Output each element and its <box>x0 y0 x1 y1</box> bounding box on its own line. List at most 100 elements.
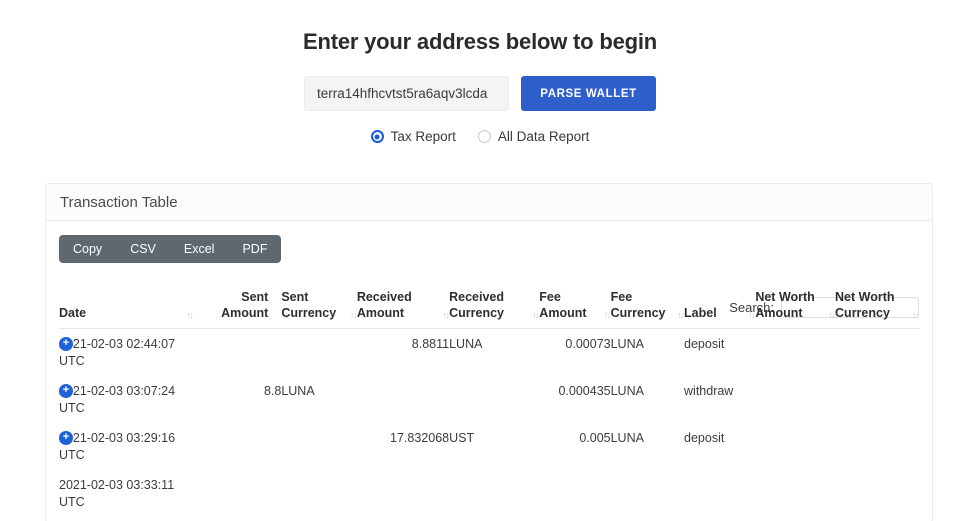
sort-arrows-icon: ↑↓ <box>603 310 612 320</box>
cell-fee-amount: 0.000435 <box>558 384 611 399</box>
cell-date: + 2021-02-03 02:44:07 UTC <box>59 329 193 377</box>
cell-received-amount: 8.8811 <box>411 337 450 352</box>
cell-date-text: 2021-02-03 03:07:24 UTC <box>59 384 176 415</box>
column-label-fee-amount: Fee Amount <box>539 290 587 320</box>
report-type-radio-group: Tax Report All Data Report <box>0 129 960 144</box>
table-header-row: Date ↑↓ Sent Amount ↑↓ Sent Currency ↑↓ <box>59 290 920 330</box>
sort-arrows-icon: ↑↓ <box>349 310 358 320</box>
card-title: Transaction Table <box>60 193 178 211</box>
column-header-sent-amount[interactable]: Sent Amount ↑↓ <box>193 290 289 330</box>
column-label-label: Label <box>684 305 717 320</box>
cell-date-text: 2021-02-03 03:29:16 UTC <box>59 431 176 462</box>
cell-label: deposit <box>684 431 725 446</box>
radio-dot-unselected-icon <box>477 130 491 143</box>
column-header-fee-amount[interactable]: Fee Amount ↑↓ <box>539 290 612 330</box>
table-row[interactable]: + 2021-02-03 02:44:07 UTC 8.8811 LUNA 0.… <box>59 329 919 377</box>
column-header-label[interactable]: Label ↑↓ <box>684 290 756 330</box>
radio-option-tax-report[interactable]: Tax Report <box>370 129 456 144</box>
export-button-group: Copy CSV Excel PDF <box>59 235 282 263</box>
cell-sent-amount: 8.8 <box>263 384 282 399</box>
column-label-date: Date <box>59 305 87 320</box>
column-label-net-worth-amount: Net Worth Amount <box>755 290 815 320</box>
column-label-received-currency: Received Currency <box>449 290 505 320</box>
radio-option-all-data-report[interactable]: All Data Report <box>477 129 590 144</box>
cell-label: deposit <box>684 337 725 352</box>
cell-sent-currency <box>281 329 357 377</box>
column-header-net-worth-amount[interactable]: Net Worth Amount ↑↓ <box>755 290 836 330</box>
column-header-received-currency[interactable]: Received Currency ↑↓ <box>449 290 540 330</box>
cell-received-currency <box>449 470 539 517</box>
sort-arrows-icon: ↑↓ <box>532 310 540 320</box>
cell-sent-currency <box>281 423 357 470</box>
transaction-table-scroll: Date ↑↓ Sent Amount ↑↓ Sent Currency ↑↓ <box>59 290 920 517</box>
cell-net-worth-currency <box>835 423 919 470</box>
cell-date: + 2021-02-03 03:07:24 UTC <box>59 376 193 423</box>
cell-net-worth-currency <box>835 376 919 423</box>
cell-received-currency: LUNA <box>449 337 483 352</box>
table-row-partial[interactable]: 2021-02-03 03:33:11 UTC <box>59 470 919 517</box>
cell-received-amount <box>357 470 449 517</box>
page-title: Enter your address below to begin <box>302 29 657 54</box>
excel-button[interactable]: Excel <box>170 235 229 263</box>
sort-arrows-icon: ↑↓ <box>677 310 685 320</box>
column-header-net-worth-currency[interactable]: Net Worth Currency ↑↓ <box>835 290 920 330</box>
cell-fee-amount <box>539 470 610 517</box>
cell-received-amount <box>357 376 449 423</box>
cell-sent-currency <box>281 470 357 517</box>
cell-fee-currency: LUNA <box>610 337 644 352</box>
sort-arrows-icon: ↑↓ <box>748 310 756 320</box>
cell-sent-amount <box>193 329 281 377</box>
column-label-sent-amount: Sent Amount <box>221 290 269 320</box>
pdf-button[interactable]: PDF <box>228 235 281 263</box>
column-header-fee-currency[interactable]: Fee Currency ↑↓ <box>610 290 685 330</box>
address-form: PARSE WALLET <box>0 76 960 111</box>
cell-sent-amount <box>193 470 281 517</box>
cell-net-worth-amount <box>755 329 835 377</box>
cell-received-currency: UST <box>449 431 475 446</box>
column-header-received-amount[interactable]: Received Amount ↑↓ <box>356 290 450 330</box>
cell-fee-amount: 0.005 <box>579 431 611 446</box>
card-header: Transaction Table <box>46 184 932 221</box>
cell-fee-amount: 0.00073 <box>565 337 611 352</box>
wallet-address-input[interactable] <box>304 76 509 111</box>
cell-sent-amount <box>193 423 281 470</box>
cell-date-text: 2021-02-03 03:33:11 UTC <box>59 478 175 509</box>
parse-wallet-button[interactable]: PARSE WALLET <box>521 76 656 111</box>
cell-fee-currency: LUNA <box>610 384 644 399</box>
column-label-fee-currency: Fee Currency <box>610 290 666 320</box>
column-label-received-amount: Received Amount <box>356 290 412 320</box>
cell-label <box>684 470 755 517</box>
cell-net-worth-amount <box>755 423 835 470</box>
cell-label: withdraw <box>684 384 734 399</box>
cell-sent-currency: LUNA <box>281 384 315 399</box>
cell-net-worth-amount <box>755 376 835 423</box>
column-header-date[interactable]: Date ↑↓ <box>59 290 194 330</box>
copy-button[interactable]: Copy <box>59 235 116 263</box>
column-label-sent-currency: Sent Currency <box>281 290 337 320</box>
radio-label-tax-report: Tax Report <box>390 129 456 144</box>
cell-received-amount: 17.832068 <box>390 431 450 446</box>
sort-arrows-icon: ↑↓ <box>186 310 194 320</box>
radio-label-all-data-report: All Data Report <box>497 129 590 144</box>
radio-dot-selected-icon <box>370 130 384 143</box>
cell-fee-currency <box>611 470 684 517</box>
app-page: Enter your address below to begin PARSE … <box>0 0 960 521</box>
column-label-net-worth-currency: Net Worth Currency <box>835 290 895 320</box>
cell-net-worth-currency <box>835 470 919 517</box>
sort-arrows-icon: ↑↓ <box>442 310 450 320</box>
column-header-sent-currency[interactable]: Sent Currency ↑↓ <box>281 290 358 330</box>
cell-received-currency <box>449 376 539 423</box>
cell-date: 2021-02-03 03:33:11 UTC <box>59 470 193 517</box>
sort-arrows-icon: ↑↓ <box>828 310 836 320</box>
cell-date: + 2021-02-03 03:29:16 UTC <box>59 423 193 470</box>
transaction-table-card: Transaction Table Copy CSV Excel PDF Sea… <box>45 183 933 521</box>
sort-arrows-icon: ↑↓ <box>912 310 920 320</box>
card-body: Copy CSV Excel PDF Search: Date ↑↓ Sent … <box>46 221 932 517</box>
csv-button[interactable]: CSV <box>116 235 170 263</box>
table-row[interactable]: + 2021-02-03 03:29:16 UTC 17.832068 UST … <box>59 423 919 470</box>
cell-date-text: 2021-02-03 02:44:07 UTC <box>59 337 176 368</box>
transaction-table: Date ↑↓ Sent Amount ↑↓ Sent Currency ↑↓ <box>59 290 920 517</box>
cell-net-worth-currency <box>835 329 919 377</box>
table-row[interactable]: + 2021-02-03 03:07:24 UTC 8.8 LUNA 0.000… <box>59 376 919 423</box>
cell-fee-currency: LUNA <box>610 431 644 446</box>
